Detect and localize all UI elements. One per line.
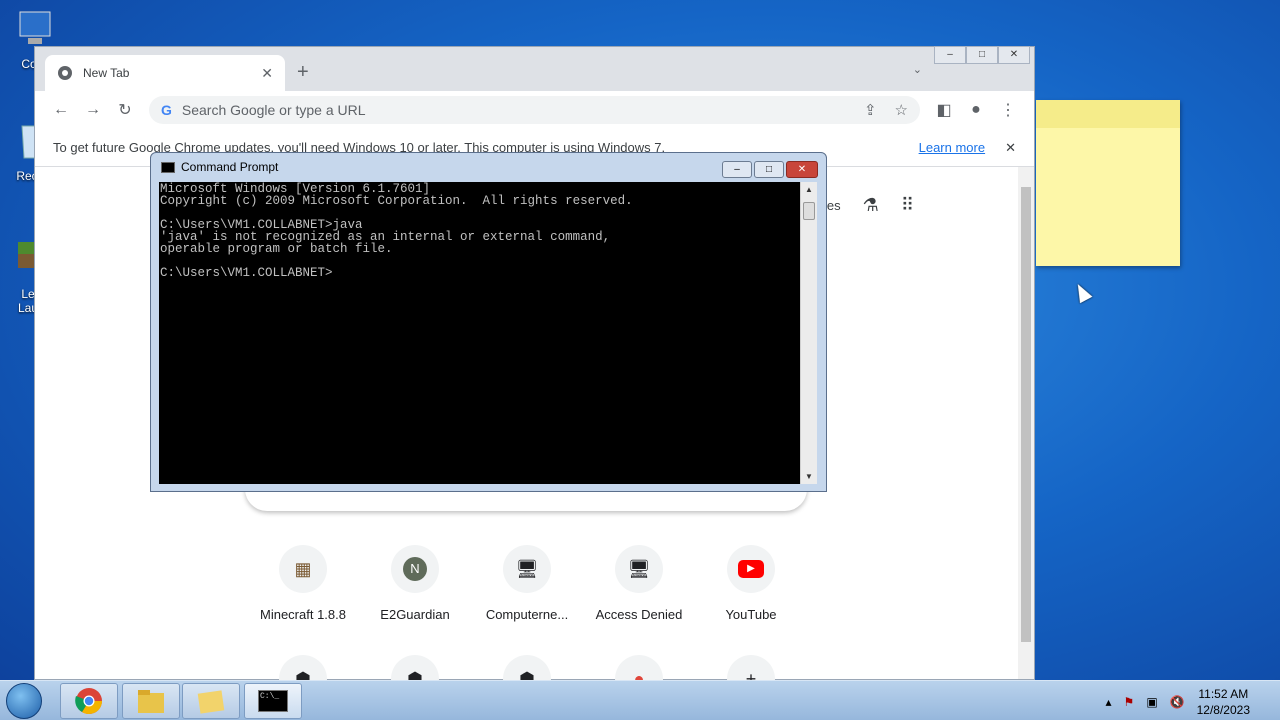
more-menu-icon[interactable]: ⋮ [992, 100, 1024, 120]
youtube-icon: ▶ [727, 545, 775, 593]
chrome-favicon-icon [58, 66, 72, 80]
shortcut-label: E2Guardian [380, 607, 450, 622]
cmd-title: Command Prompt [181, 160, 279, 174]
share-icon[interactable]: ⇪ [864, 101, 877, 119]
infobar-close-icon[interactable]: ✕ [1005, 140, 1016, 156]
taskbar-explorer-button[interactable] [122, 683, 180, 719]
cmd-close-button[interactable]: ✕ [786, 161, 818, 178]
back-arrow-icon[interactable]: ← [45, 101, 77, 119]
volume-muted-icon[interactable]: 🔇 [1170, 695, 1185, 709]
clock[interactable]: 11:52 AM 12/8/2023 [1197, 686, 1250, 718]
labs-flask-icon[interactable]: ⚗ [863, 195, 879, 216]
scrollbar-thumb[interactable] [1021, 187, 1031, 642]
new-tab-button[interactable]: + [297, 61, 309, 84]
chrome-icon [75, 688, 103, 715]
shortcut-label: YouTube [725, 607, 777, 622]
command-prompt-icon: C:\_ [258, 690, 288, 712]
taskbar-folder-button[interactable] [182, 683, 240, 719]
folder-icon [197, 690, 225, 714]
scroll-up-arrow-icon[interactable]: ▲ [801, 185, 817, 194]
forward-arrow-icon[interactable]: → [77, 101, 109, 119]
tab-new-tab[interactable]: New Tab ✕ [45, 55, 285, 91]
reload-icon[interactable]: ↻ [109, 100, 141, 120]
taskbar-cmd-button[interactable]: C:\_ [244, 683, 302, 719]
google-g-icon: G [161, 102, 172, 118]
scroll-down-arrow-icon[interactable]: ▼ [801, 472, 817, 481]
shortcut-label: Computerne... [485, 607, 569, 622]
action-center-flag-icon[interactable]: ⚑ [1124, 695, 1135, 709]
taskbar-chrome-button[interactable] [60, 683, 118, 719]
tray-expand-icon[interactable]: ▴ [1106, 695, 1112, 709]
clock-date: 12/8/2023 [1196, 703, 1250, 717]
profile-avatar-icon[interactable]: ● [960, 101, 992, 119]
start-button[interactable] [6, 683, 42, 719]
shortcut-tile[interactable]: 🖥 Access Denied [583, 545, 695, 622]
side-panel-icon[interactable]: ◧ [928, 100, 960, 120]
shortcut-label: Minecraft 1.8.8 [260, 607, 346, 622]
tab-strip: New Tab ✕ + ⌄ – □ ✕ [35, 46, 1034, 91]
omnibox-placeholder: Search Google or type a URL [181, 102, 366, 118]
computer-icon: 🖥 [615, 545, 663, 593]
computer-icon [19, 11, 51, 44]
cmd-scrollbar[interactable]: ▲ ▼ [800, 182, 817, 484]
tab-close-icon[interactable]: ✕ [261, 65, 273, 82]
console-line: Copyright (c) 2009 Microsoft Corporation… [160, 194, 633, 208]
page-scrollbar[interactable] [1018, 167, 1034, 679]
console-line: C:\Users\VM1.COLLABNET> [160, 266, 333, 280]
clock-time: 11:52 AM [1198, 687, 1249, 701]
system-tray: ▴ ⚑ ▣ 🔇 11:52 AM 12/8/2023 [1106, 686, 1250, 718]
console-line: operable program or batch file. [160, 242, 393, 256]
computer-icon: 🖥 [503, 545, 551, 593]
close-button[interactable]: ✕ [998, 46, 1030, 64]
shortcut-tile[interactable]: N E2Guardian [359, 545, 471, 622]
taskbar: C:\_ ▴ ⚑ ▣ 🔇 11:52 AM 12/8/2023 [0, 680, 1280, 720]
maximize-button[interactable]: □ [966, 46, 998, 64]
minecraft-icon: ▦ [279, 545, 327, 593]
command-prompt-window[interactable]: Command Prompt – □ ✕ Microsoft Windows [… [150, 152, 827, 492]
window-controls: – □ ✕ [934, 46, 1030, 64]
network-icon[interactable]: ▣ [1146, 695, 1157, 709]
bookmark-star-icon[interactable]: ☆ [895, 101, 908, 119]
shortcut-label: Access Denied [595, 607, 683, 622]
minimize-button[interactable]: – [934, 46, 966, 64]
cmd-window-controls: – □ ✕ [722, 161, 818, 178]
omnibox[interactable]: G Search Google or type a URL ⇪ ☆ [149, 96, 920, 124]
cmd-scrollbar-thumb[interactable] [803, 202, 815, 220]
shortcut-tile[interactable]: 🖥 Computerne... [471, 545, 583, 622]
tab-title: New Tab [83, 66, 130, 80]
letter-n-icon: N [391, 545, 439, 593]
learn-more-link[interactable]: Learn more [919, 140, 985, 155]
shortcut-tile[interactable]: ▦ Minecraft 1.8.8 [247, 545, 359, 622]
browser-toolbar: ← → ↻ G Search Google or type a URL ⇪ ☆ … [35, 91, 1034, 129]
mouse-cursor-icon [1071, 280, 1093, 304]
shortcuts-row: ▦ Minecraft 1.8.8 N E2Guardian 🖥 Compute… [247, 545, 807, 622]
file-explorer-icon [138, 690, 164, 713]
cmd-minimize-button[interactable]: – [722, 161, 752, 178]
sticky-note[interactable] [1036, 100, 1180, 266]
apps-grid-icon[interactable]: ⠿ [901, 195, 914, 216]
shortcut-tile[interactable]: ▶ YouTube [695, 545, 807, 622]
tab-search-chevron-icon[interactable]: ⌄ [913, 63, 922, 76]
cmd-window-icon [161, 161, 175, 173]
sticky-note-titlebar[interactable] [1036, 100, 1180, 128]
cmd-console-output[interactable]: Microsoft Windows [Version 6.1.7601] Copy… [159, 182, 801, 484]
cmd-maximize-button[interactable]: □ [754, 161, 784, 178]
